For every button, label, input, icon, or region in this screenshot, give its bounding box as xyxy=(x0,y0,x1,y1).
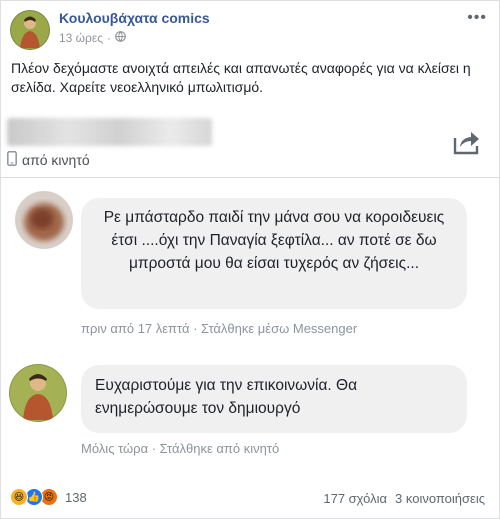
shares-count[interactable]: 3 κοινοποιήσεις xyxy=(395,491,485,506)
sent-from-label: από κινητό xyxy=(22,152,90,168)
reactions-summary[interactable]: 😆 👍 😡 138 xyxy=(10,488,87,506)
blurred-sender-name xyxy=(7,118,212,146)
sender-avatar-blurred xyxy=(15,191,73,249)
post-stats: 177 σχόλια 3 κοινοποιήσεις xyxy=(323,491,485,506)
share-icon[interactable] xyxy=(453,129,481,155)
facebook-post: Κουλουβάχατα comics 13 ώρες · ••• Πλέον … xyxy=(0,0,500,519)
mobile-phone-icon xyxy=(7,151,17,169)
haha-reaction-icon: 😆 xyxy=(10,488,28,506)
globe-icon xyxy=(115,31,126,45)
reply-text: Ευχαριστούμε για την επικοινωνία. Θα ενη… xyxy=(95,377,358,417)
message-bubble-incoming: Ρε μπάσταρδο παιδί την μάνα σου να κοροι… xyxy=(81,198,467,309)
message-meta: πριν από 17 λεπτά · Στάλθηκε μέσω Messen… xyxy=(81,321,358,336)
page-avatar[interactable] xyxy=(10,10,50,50)
sent-from-mobile: από κινητό xyxy=(7,151,90,169)
message-text: Ρε μπάσταρδο παιδί την μάνα σου να κοροι… xyxy=(103,209,445,272)
page-name[interactable]: Κουλουβάχατα comics xyxy=(59,10,210,26)
reaction-count: 138 xyxy=(65,489,87,505)
comments-count[interactable]: 177 σχόλια xyxy=(323,491,387,506)
divider xyxy=(1,177,499,178)
post-meta: 13 ώρες · xyxy=(59,31,126,45)
reply-meta: Μόλις τώρα · Στάλθηκε από κινητό xyxy=(81,441,280,456)
post-text: Πλέον δεχόμαστε ανοιχτά απειλές και απαν… xyxy=(11,60,471,95)
post-time[interactable]: 13 ώρες xyxy=(59,31,103,45)
page-reply-avatar xyxy=(9,364,67,422)
message-bubble-reply: Ευχαριστούμε για την επικοινωνία. Θα ενη… xyxy=(81,365,467,433)
more-options-icon[interactable]: ••• xyxy=(467,9,487,27)
